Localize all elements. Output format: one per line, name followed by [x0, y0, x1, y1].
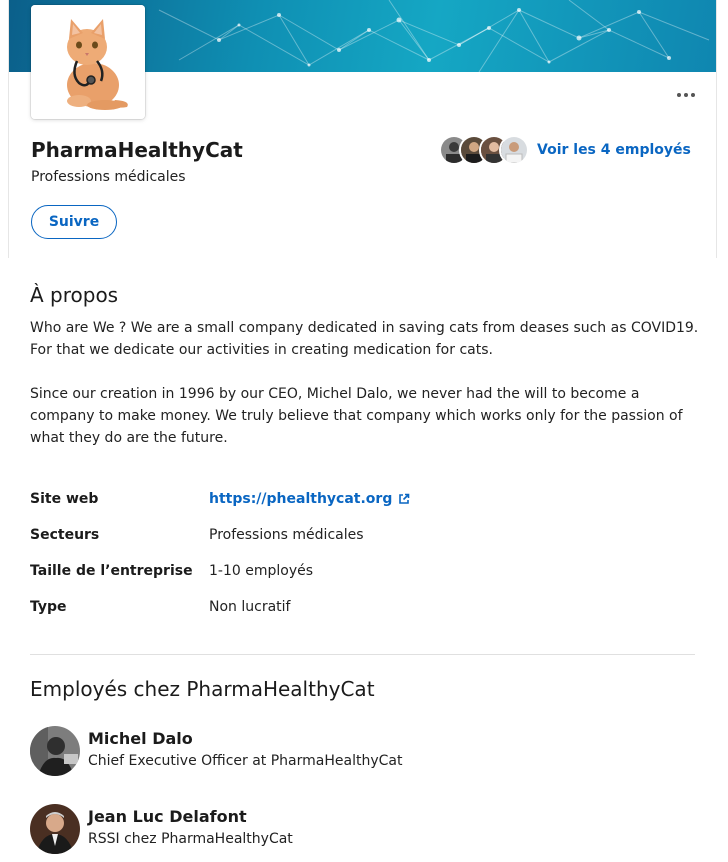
company-name: PharmaHealthyCat — [31, 138, 243, 162]
view-employees-link[interactable]: Voir les 4 employés — [439, 135, 691, 165]
about-paragraph: Since our creation in 1996 by our CEO, M… — [30, 386, 683, 446]
employee-name[interactable]: Michel Dalo — [88, 729, 402, 749]
details-row-company-size: Taille de l’entreprise 1-10 employés — [30, 563, 313, 579]
more-options-icon[interactable] — [673, 85, 699, 105]
details-row-type: Type Non lucratif — [30, 599, 290, 615]
employee-card[interactable]: Jean Luc Delafont RSSI chez PharmaHealth… — [30, 804, 293, 854]
avatar — [30, 726, 80, 776]
company-industry: Professions médicales — [31, 169, 186, 185]
details-label: Type — [30, 599, 67, 615]
about-description: Who are We ? We are a small company dedi… — [30, 317, 700, 449]
about-title: À propos — [30, 283, 119, 307]
details-label: Site web — [30, 491, 99, 507]
follow-button[interactable]: Suivre — [31, 205, 117, 239]
details-label: Secteurs — [30, 527, 100, 543]
employees-title: Employés chez PharmaHealthyCat — [30, 677, 375, 701]
external-link-icon — [399, 493, 410, 504]
employee-name[interactable]: Jean Luc Delafont — [88, 807, 293, 827]
details-row-sectors: Secteurs Professions médicales — [30, 527, 364, 543]
details-row-website: Site web https://phealthycat.org — [30, 491, 410, 507]
details-label: Taille de l’entreprise — [30, 563, 193, 579]
details-value: Non lucratif — [209, 599, 291, 615]
about-paragraph: Who are We ? We are a small company dedi… — [30, 320, 699, 358]
details-value: 1-10 employés — [209, 563, 314, 579]
website-url: https://phealthycat.org — [209, 491, 393, 507]
website-link[interactable]: https://phealthycat.org — [209, 491, 410, 507]
employee-title: RSSI chez PharmaHealthyCat — [88, 831, 293, 847]
company-logo — [31, 5, 145, 119]
cat-logo-icon — [31, 5, 145, 119]
section-divider — [30, 654, 695, 655]
details-value: Professions médicales — [209, 527, 364, 543]
avatar — [30, 804, 80, 854]
employee-title: Chief Executive Officer at PharmaHealthy… — [88, 753, 403, 769]
employee-card[interactable]: Michel Dalo Chief Executive Officer at P… — [30, 726, 402, 776]
employee-faces — [439, 135, 529, 165]
company-top-card: PharmaHealthyCat Professions médicales S… — [8, 0, 717, 258]
view-employees-label: Voir les 4 employés — [537, 142, 691, 158]
employee-face-4 — [499, 135, 529, 165]
